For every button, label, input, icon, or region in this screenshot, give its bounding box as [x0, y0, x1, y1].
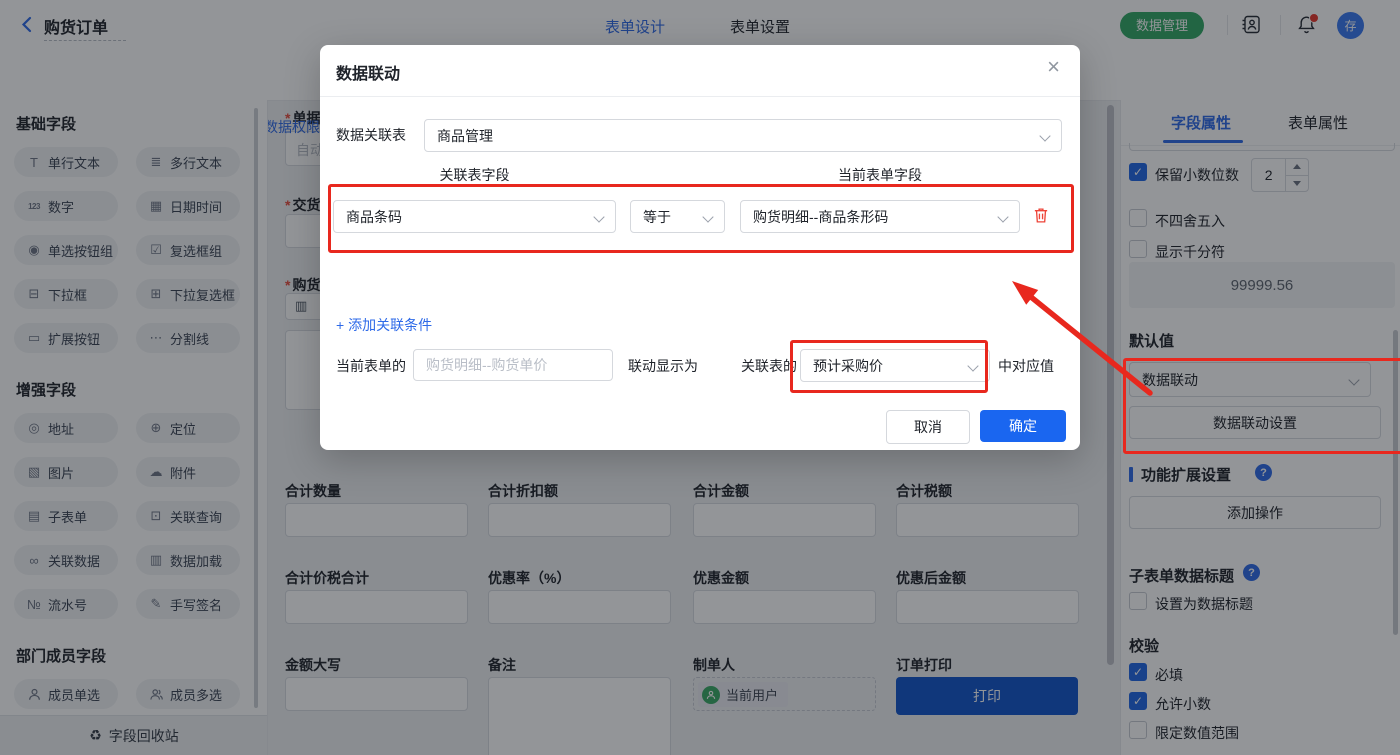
cancel-button[interactable]: 取消 [886, 410, 970, 444]
condition-field-select[interactable]: 商品条码 [333, 200, 616, 233]
link-table-select[interactable]: 商品管理 [424, 119, 1062, 152]
link-table-label: 数据关联表 [336, 127, 406, 143]
suffix-label: 中对应值 [998, 358, 1054, 374]
display-as-label: 联动显示为 [628, 358, 698, 374]
chevron-down-icon [702, 210, 714, 223]
data-linkage-modal: 数据联动 × 数据关联表 商品管理 关联表字段 当前表单字段 商品条码 等于 购… [320, 45, 1080, 450]
column-header-related-field: 关联表字段 [439, 167, 510, 183]
delete-condition-icon[interactable] [1032, 206, 1050, 228]
chevron-down-icon [593, 210, 605, 223]
condition-target-select[interactable]: 购货明细--商品条形码 [740, 200, 1020, 233]
modal-title: 数据联动 [336, 66, 401, 83]
related-field-select[interactable]: 预计采购价 [800, 349, 990, 382]
app-screen: 购货订单 表单设计 表单设置 数据管理 存 表 [0, 0, 1400, 755]
chevron-down-icon [967, 359, 979, 372]
condition-operator-select[interactable]: 等于 [630, 200, 725, 233]
confirm-button[interactable]: 确定 [980, 410, 1066, 442]
chevron-down-icon [997, 210, 1009, 223]
current-form-field-input[interactable]: 购货明细--购货单价 [413, 349, 613, 381]
add-condition-link[interactable]: + 添加关联条件 [336, 315, 432, 335]
chevron-down-icon [1039, 129, 1051, 142]
close-icon[interactable]: × [1047, 56, 1060, 78]
related-table-label: 关联表的 [741, 358, 797, 374]
column-header-current-field: 当前表单字段 [838, 167, 922, 183]
current-form-label: 当前表单的 [336, 358, 406, 374]
